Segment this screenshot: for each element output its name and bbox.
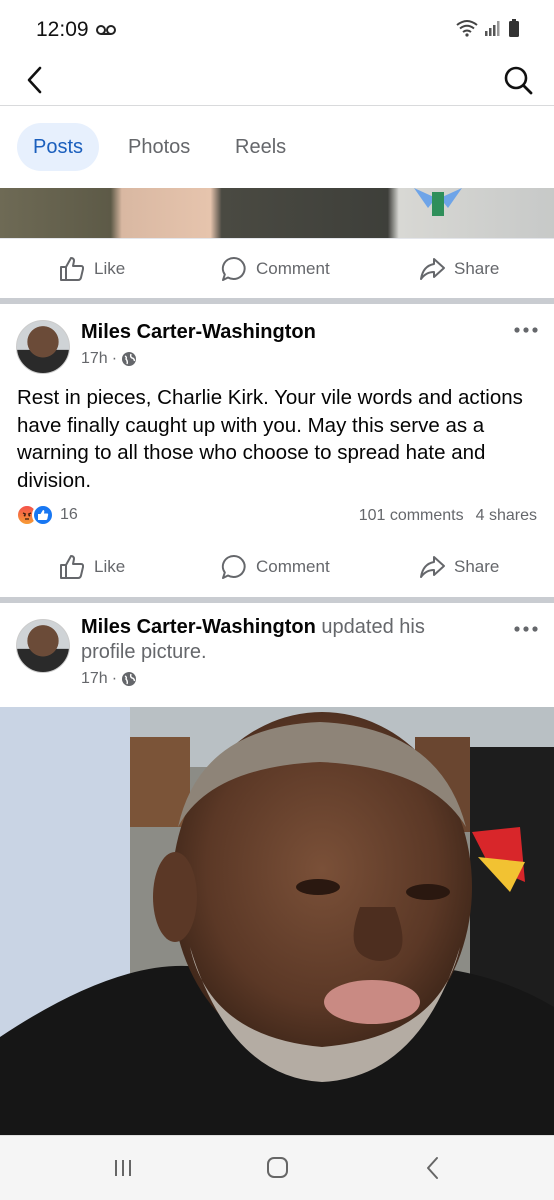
search-icon[interactable] xyxy=(500,62,536,98)
tab-posts[interactable]: Posts xyxy=(17,123,100,171)
like-label: Like xyxy=(94,259,126,278)
app-header xyxy=(0,56,554,106)
comment-icon xyxy=(221,554,246,579)
profile-photo[interactable] xyxy=(0,707,554,1135)
profile-tabs: Posts Photos Reels xyxy=(0,106,554,188)
status-time: 12:09 xyxy=(36,18,89,41)
post-time[interactable]: 17h xyxy=(81,350,108,368)
reaction-summary[interactable]: 16 xyxy=(16,504,78,526)
post: Miles Carter-Washington 17h · Rest in pi… xyxy=(0,304,554,537)
comment-icon xyxy=(221,256,246,281)
wifi-icon xyxy=(456,20,478,37)
globe-icon xyxy=(122,672,137,686)
post-actions: Like Comment Share xyxy=(0,238,554,298)
back-nav-icon[interactable] xyxy=(413,1152,453,1184)
voicemail-icon xyxy=(96,25,116,35)
recent-apps-icon[interactable] xyxy=(103,1152,143,1184)
signal-icon xyxy=(485,21,500,36)
post-header: Miles Carter-Washington updated his prof… xyxy=(81,615,481,665)
avatar[interactable] xyxy=(16,619,70,673)
engagement-counts: 101 comments 4 shares xyxy=(359,507,537,525)
tab-reels[interactable]: Reels xyxy=(219,123,302,171)
more-options-icon[interactable] xyxy=(512,619,540,639)
share-icon xyxy=(420,556,445,578)
shares-count[interactable]: 4 shares xyxy=(476,507,537,525)
post: Miles Carter-Washington updated his prof… xyxy=(0,603,554,707)
post-meta: 17h · xyxy=(81,670,137,688)
reaction-count: 16 xyxy=(60,506,78,523)
like-reaction-icon xyxy=(32,504,54,526)
ribbon-graphic xyxy=(414,188,462,216)
status-icons xyxy=(456,19,520,37)
author-name[interactable]: Miles Carter-Washington xyxy=(81,321,316,343)
post-text: Rest in pieces, Charlie Kirk. Your vile … xyxy=(17,386,523,492)
comment-button[interactable]: Comment xyxy=(220,537,330,597)
share-label: Share xyxy=(454,259,500,278)
profile-photo-illustration xyxy=(0,707,554,1135)
post-header: Miles Carter-Washington xyxy=(81,320,481,345)
system-nav-bar xyxy=(0,1135,554,1200)
share-button[interactable]: Share xyxy=(418,239,499,299)
comment-label: Comment xyxy=(256,557,330,576)
post-time[interactable]: 17h xyxy=(81,670,108,688)
more-options-icon[interactable] xyxy=(512,320,540,340)
like-label: Like xyxy=(94,557,126,576)
comment-button[interactable]: Comment xyxy=(220,239,330,299)
thumbs-up-icon xyxy=(60,555,85,579)
tab-photos[interactable]: Photos xyxy=(112,123,206,171)
globe-icon xyxy=(122,352,137,366)
thumbs-up-icon xyxy=(60,257,85,281)
share-label: Share xyxy=(454,557,500,576)
comment-label: Comment xyxy=(256,259,330,278)
chevron-left-icon[interactable] xyxy=(18,62,54,98)
post-actions: Like Comment Share xyxy=(0,537,554,597)
comments-count[interactable]: 101 comments xyxy=(359,507,464,525)
previous-post-image[interactable] xyxy=(0,188,554,238)
author-name[interactable]: Miles Carter-Washington xyxy=(81,616,316,638)
like-button[interactable]: Like xyxy=(58,537,125,597)
meta-separator: · xyxy=(111,670,118,687)
share-icon xyxy=(420,258,445,280)
post-meta: 17h · xyxy=(81,350,137,368)
home-icon[interactable] xyxy=(257,1152,297,1184)
meta-separator: · xyxy=(111,350,118,367)
share-button[interactable]: Share xyxy=(418,537,499,597)
avatar[interactable] xyxy=(16,320,70,374)
battery-icon xyxy=(509,19,519,37)
status-bar: 12:09 xyxy=(0,0,554,56)
like-button[interactable]: Like xyxy=(58,239,125,299)
